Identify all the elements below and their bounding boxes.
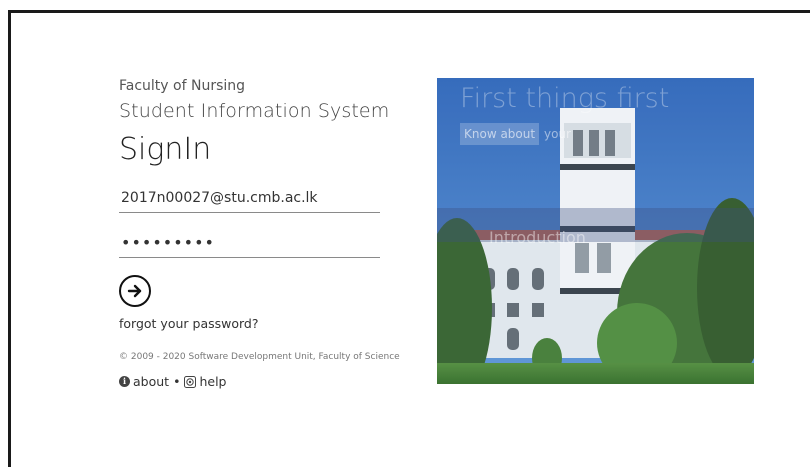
- introduction-link[interactable]: Introduction: [489, 228, 586, 247]
- help-link[interactable]: help: [184, 374, 226, 389]
- know-about-suffix: your: [544, 127, 571, 141]
- email-field[interactable]: [119, 183, 380, 213]
- help-label: help: [199, 374, 227, 389]
- help-icon: [184, 375, 197, 388]
- signin-heading: SignIn: [119, 132, 212, 167]
- footer-links: i about • help: [119, 374, 226, 389]
- hero-image-panel: First things first Know about your Intro…: [437, 78, 754, 384]
- forgot-password-link[interactable]: forgot your password?: [119, 316, 258, 331]
- signin-submit-button[interactable]: [119, 275, 151, 307]
- info-icon: i: [119, 376, 130, 387]
- faculty-name: Faculty of Nursing: [119, 78, 246, 94]
- intro-band: [437, 208, 754, 242]
- hero-title: First things first: [460, 83, 670, 114]
- about-label: about: [133, 374, 170, 389]
- link-separator: •: [173, 374, 181, 389]
- password-field[interactable]: [119, 228, 380, 258]
- about-link[interactable]: i about: [119, 374, 169, 389]
- know-about-button[interactable]: Know about: [460, 123, 540, 145]
- copyright-text: © 2009 - 2020 Software Development Unit,…: [119, 352, 400, 362]
- arrow-right-circle-icon: [127, 284, 142, 298]
- system-name: Student Information System: [119, 100, 390, 122]
